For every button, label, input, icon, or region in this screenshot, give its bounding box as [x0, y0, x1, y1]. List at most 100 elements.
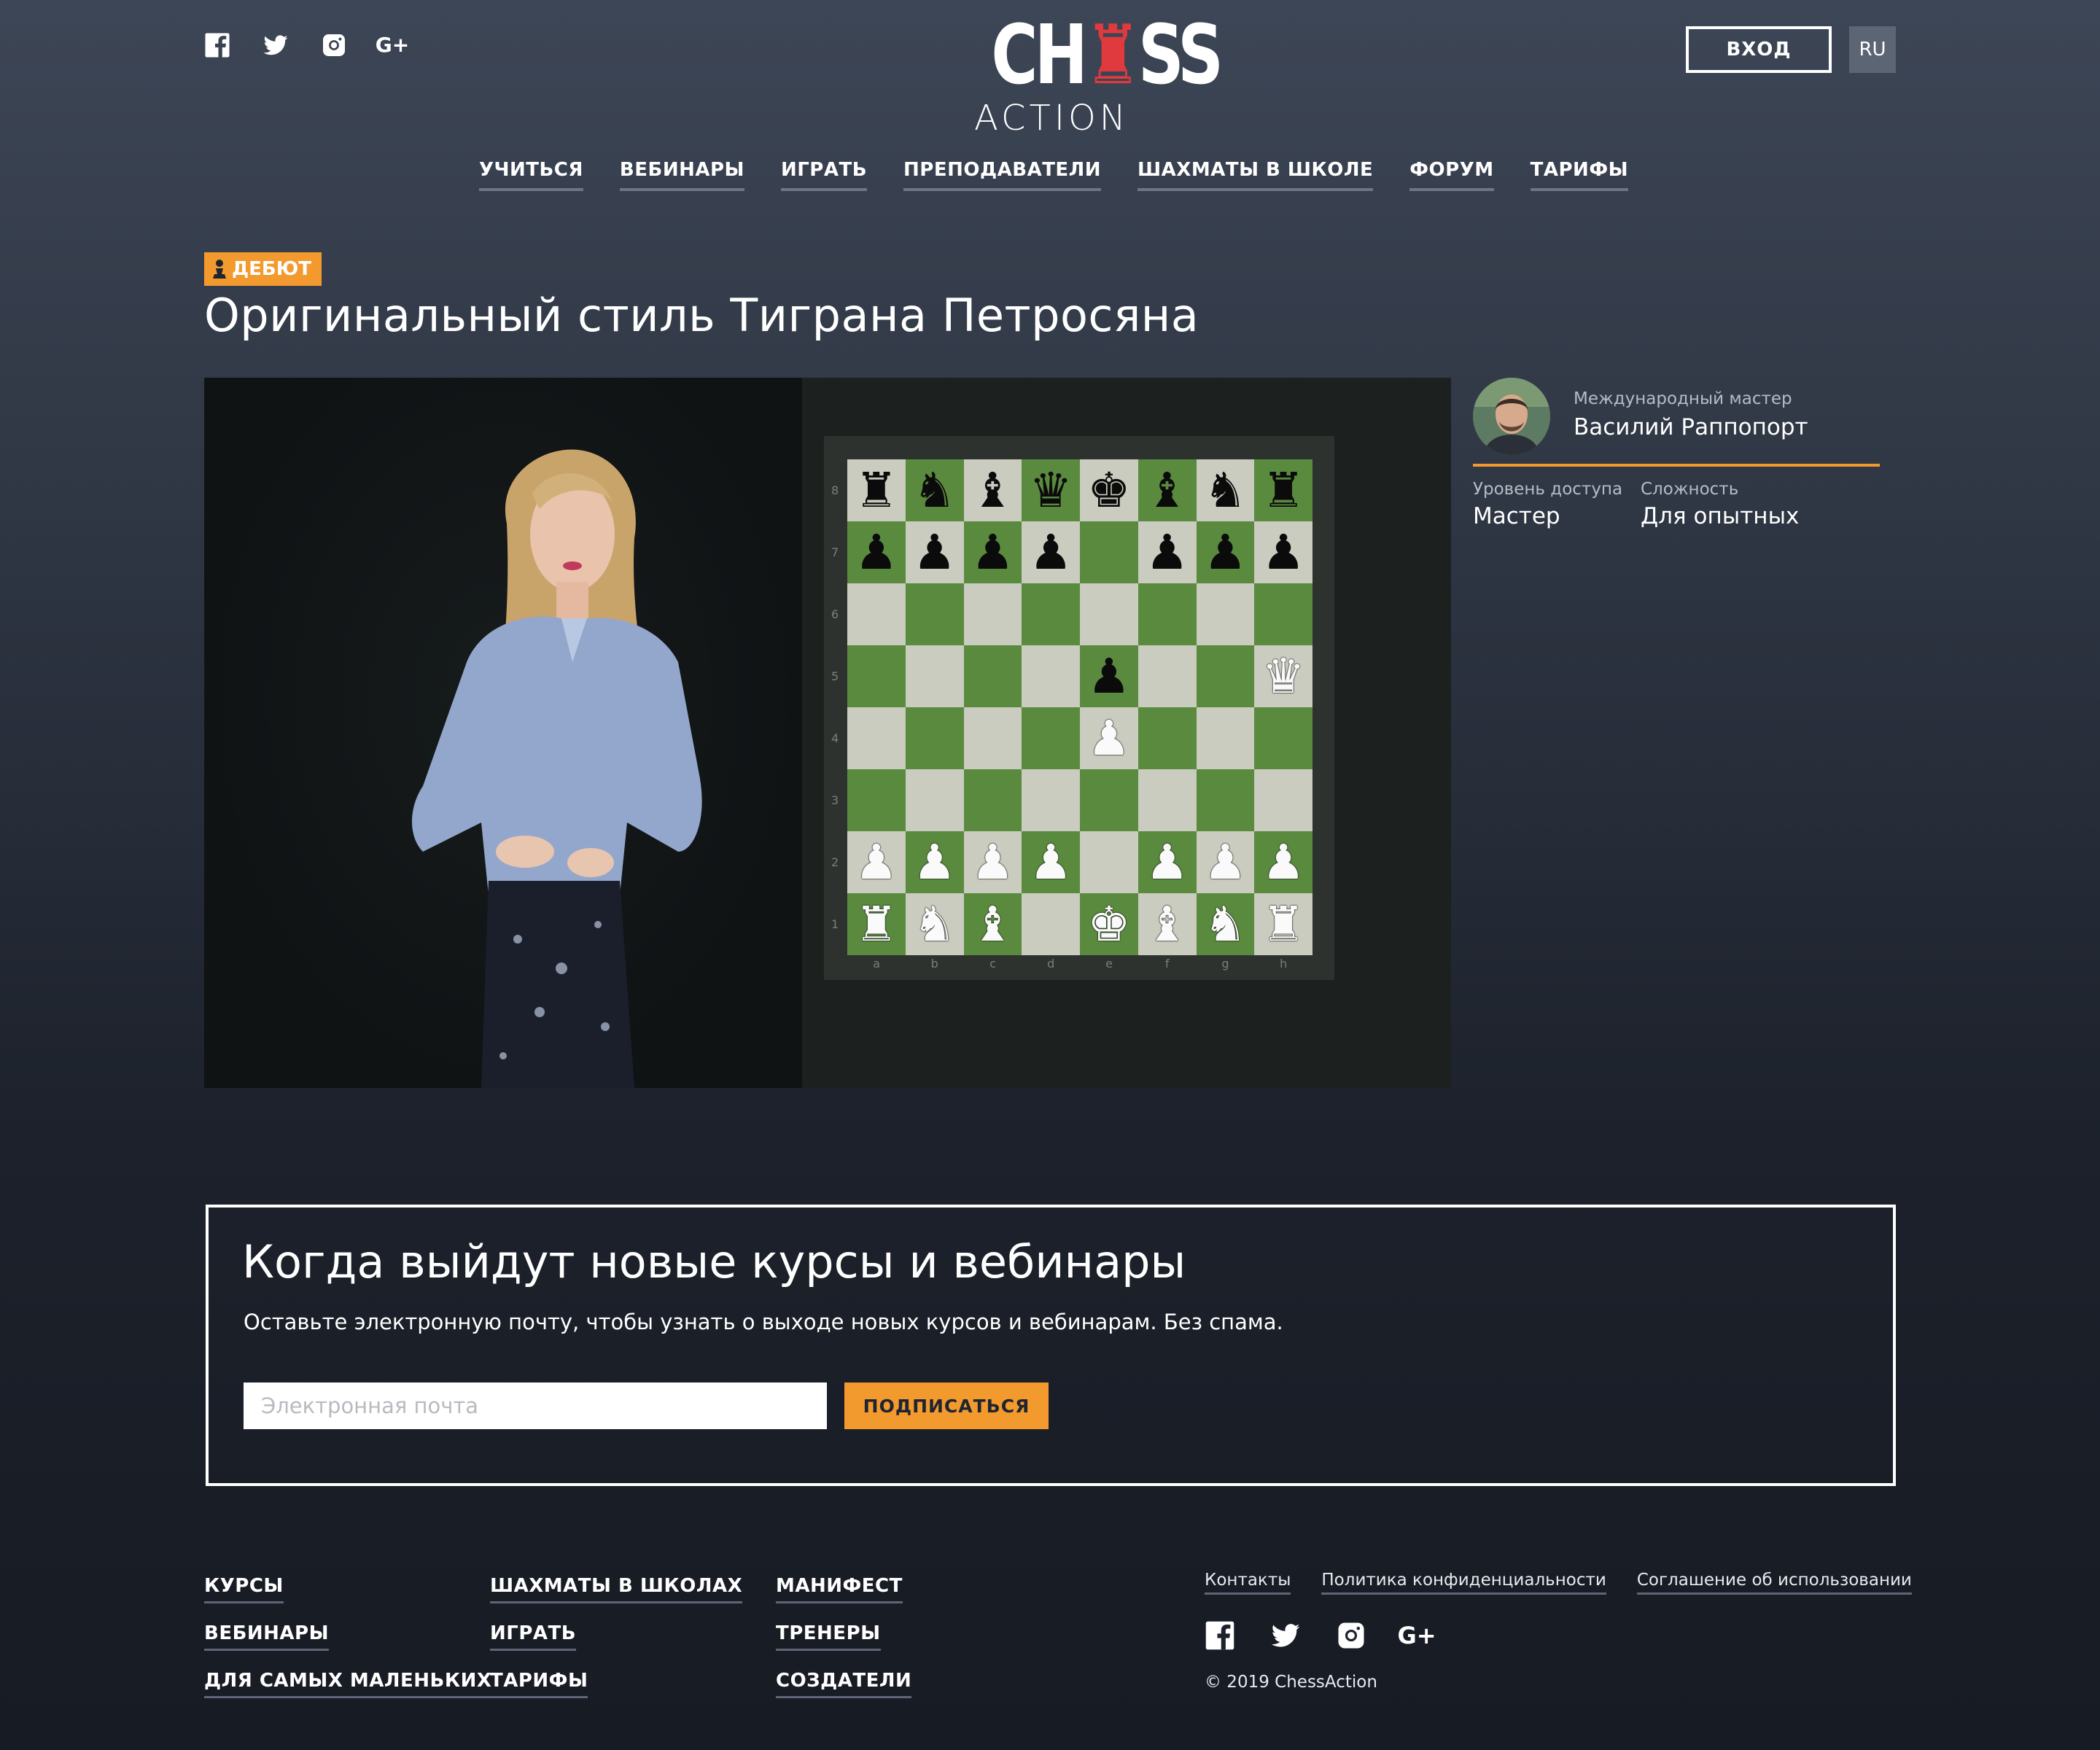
- board-square-d2: ♟: [1022, 831, 1080, 893]
- black-pawn-icon: ♟: [971, 524, 1014, 580]
- black-bishop-icon: ♝: [1146, 462, 1189, 518]
- black-pawn-icon: ♟: [1203, 524, 1247, 580]
- logo-part-ss: SS: [1138, 8, 1224, 103]
- google-plus-icon[interactable]: G+: [1397, 1620, 1436, 1651]
- board-file-label: c: [989, 957, 996, 971]
- nav-item-forum[interactable]: ФОРУМ: [1409, 159, 1494, 191]
- board-square-c3: [963, 769, 1022, 831]
- footer-link-contacts[interactable]: Контакты: [1205, 1571, 1291, 1595]
- board-square-g5: [1196, 645, 1255, 707]
- twitter-icon[interactable]: [262, 32, 289, 58]
- logo-wordmark: CH♜SS: [991, 13, 1224, 98]
- board-square-b8: ♞: [905, 459, 964, 521]
- site-logo[interactable]: CH♜SS ACTION: [974, 13, 1224, 139]
- board-square-f5: [1138, 645, 1197, 707]
- board-rank-label: 5: [831, 669, 839, 683]
- board-file-label: e: [1105, 957, 1113, 971]
- instagram-icon[interactable]: [321, 32, 347, 58]
- board-square-g1: ♞: [1196, 893, 1255, 955]
- footer-link-school-chess[interactable]: ШАХМАТЫ В ШКОЛАХ: [490, 1575, 743, 1603]
- footer-column-1: КУРСЫ ВЕБИНАРЫ ДЛЯ САМЫХ МАЛЕНЬКИХ: [204, 1575, 492, 1698]
- board-square-g4: [1196, 707, 1255, 769]
- footer-link-coaches[interactable]: ТРЕНЕРЫ: [776, 1622, 881, 1651]
- board-square-c8: ♝: [963, 459, 1022, 521]
- subscribe-text: Оставьте электронную почту, чтобы узнать…: [244, 1310, 1283, 1334]
- board-square-h8: ♜: [1254, 459, 1312, 521]
- nav-item-learn[interactable]: УЧИТЬСЯ: [478, 159, 583, 191]
- access-level-value: Мастер: [1473, 503, 1560, 529]
- author-name[interactable]: Василий Раппопорт: [1574, 414, 1808, 440]
- white-pawn-icon: ♟: [971, 833, 1014, 890]
- black-pawn-icon: ♟: [855, 524, 898, 580]
- login-button[interactable]: ВХОД: [1686, 26, 1832, 73]
- board-file-label: f: [1164, 957, 1170, 971]
- board-rank-label: 7: [831, 545, 839, 559]
- category-badge-label: ДЕБЮТ: [232, 258, 311, 280]
- twitter-icon[interactable]: [1270, 1620, 1301, 1651]
- board-square-h2: ♟: [1254, 831, 1312, 893]
- language-switcher[interactable]: RU: [1849, 26, 1896, 73]
- board-square-e8: ♚: [1080, 459, 1138, 521]
- footer-link-creators[interactable]: СОЗДАТЕЛИ: [776, 1670, 912, 1698]
- footer-link-courses[interactable]: КУРСЫ: [204, 1575, 284, 1603]
- board-square-g2: ♟: [1196, 831, 1255, 893]
- nav-item-webinars[interactable]: ВЕБИНАРЫ: [619, 159, 744, 191]
- instagram-icon[interactable]: [1336, 1620, 1366, 1651]
- board-square-b1: ♞: [905, 893, 964, 955]
- nav-item-teachers[interactable]: ПРЕПОДАВАТЕЛИ: [903, 159, 1102, 191]
- board-square-a4: [847, 707, 906, 769]
- footer-link-kids[interactable]: ДЛЯ САМЫХ МАЛЕНЬКИХ: [204, 1670, 492, 1698]
- board-square-d1: [1022, 893, 1080, 955]
- board-square-e4: ♟: [1080, 707, 1138, 769]
- board-square-c7: ♟: [963, 521, 1022, 583]
- difficulty-label: Сложность: [1641, 480, 1739, 499]
- board-square-g3: [1196, 769, 1255, 831]
- board-square-a3: [847, 769, 906, 831]
- board-square-b7: ♟: [905, 521, 964, 583]
- board-square-a6: [847, 583, 906, 645]
- footer-link-pricing[interactable]: ТАРИФЫ: [490, 1670, 588, 1698]
- board-square-a7: ♟: [847, 521, 906, 583]
- subscribe-button[interactable]: ПОДПИСАТЬСЯ: [844, 1382, 1049, 1429]
- board-rank-label: 2: [831, 855, 839, 869]
- board-square-b6: [905, 583, 964, 645]
- facebook-icon[interactable]: [1205, 1620, 1235, 1651]
- author-divider: [1473, 464, 1880, 467]
- access-level-label: Уровень доступа: [1473, 480, 1623, 499]
- avatar[interactable]: [1473, 378, 1550, 455]
- footer-link-webinars[interactable]: ВЕБИНАРЫ: [204, 1622, 330, 1651]
- google-plus-icon[interactable]: G+: [376, 32, 409, 58]
- facebook-icon[interactable]: [204, 32, 230, 58]
- nav-item-pricing[interactable]: ТАРИФЫ: [1530, 159, 1629, 191]
- email-field[interactable]: [244, 1382, 827, 1429]
- board-rank-label: 1: [831, 917, 839, 931]
- footer-link-play[interactable]: ИГРАТЬ: [490, 1622, 577, 1651]
- board-file-label: g: [1221, 957, 1229, 971]
- google-plus-label: G+: [1397, 1622, 1436, 1649]
- board-square-d5: [1022, 645, 1080, 707]
- nav-item-play[interactable]: ИГРАТЬ: [780, 159, 868, 191]
- footer-link-privacy[interactable]: Политика конфиденциальности: [1321, 1571, 1606, 1595]
- board-square-c6: [963, 583, 1022, 645]
- white-knight-icon: ♞: [913, 895, 957, 952]
- board-square-f4: [1138, 707, 1197, 769]
- black-pawn-icon: ♟: [1261, 524, 1305, 580]
- nav-item-school-chess[interactable]: ШАХМАТЫ В ШКОЛЕ: [1138, 159, 1374, 191]
- black-pawn-icon: ♟: [1029, 524, 1073, 580]
- board-file-label: d: [1047, 957, 1055, 971]
- pawn-icon: [213, 260, 226, 279]
- board-square-h3: [1254, 769, 1312, 831]
- footer-link-terms[interactable]: Соглашение об использовании: [1636, 1571, 1912, 1595]
- board-square-c2: ♟: [963, 831, 1022, 893]
- footer-link-manifesto[interactable]: МАНИФЕСТ: [776, 1575, 903, 1603]
- footer-secondary-links: Контакты Политика конфиденциальности Сог…: [1205, 1571, 1912, 1595]
- board-square-b5: [905, 645, 964, 707]
- chessboard: ♜ ♞ ♝ ♛ ♚ ♝ ♞ ♜ ♟ ♟ ♟ ♟ ♟ ♟ ♟ ♟ ♛ ♟ ♟ ♟ ♟ ♟ ♟ ♟ ♟ ♜ ♞ ♝ ♚ ♝ ♞ ♜: [847, 459, 1312, 955]
- video-player[interactable]: ♜ ♞ ♝ ♛ ♚ ♝ ♞ ♜ ♟ ♟ ♟ ♟ ♟ ♟ ♟ ♟ ♛ ♟ ♟ ♟ ♟ ♟ ♟ ♟ ♟ ♜ ♞ ♝ ♚ ♝ ♞ ♜ 8765432…: [204, 378, 1451, 1088]
- white-king-icon: ♚: [1087, 895, 1131, 952]
- white-rook-icon: ♜: [855, 895, 898, 952]
- category-badge[interactable]: ДЕБЮТ: [204, 252, 322, 286]
- footer-column-3: МАНИФЕСТ ТРЕНЕРЫ СОЗДАТЕЛИ: [776, 1575, 912, 1698]
- board-square-g6: [1196, 583, 1255, 645]
- subscribe-title: Когда выйдут новые курсы и вебинары: [242, 1235, 1186, 1288]
